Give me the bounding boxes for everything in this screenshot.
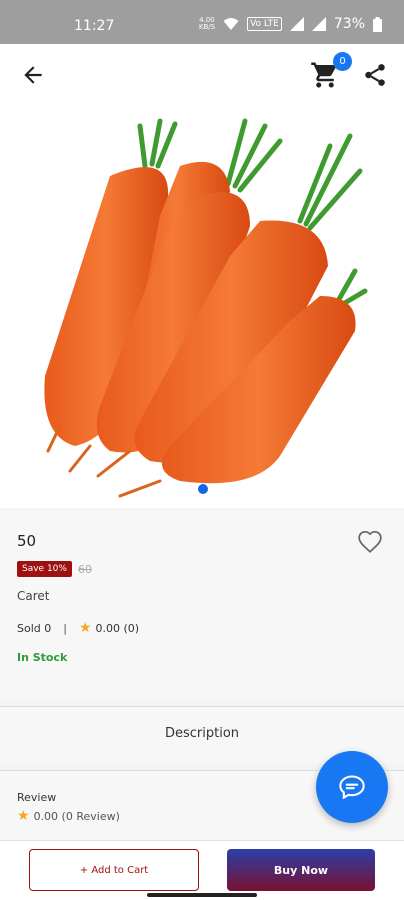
discount-row: Save 10% 60	[17, 561, 92, 577]
home-indicator	[147, 893, 257, 897]
wifi-icon	[223, 18, 239, 30]
status-bar: 11:27 4.00 KB/S Vo LTE 73%	[0, 0, 404, 44]
chat-icon	[339, 775, 365, 800]
product-info: 50 Save 10% 60 Caret Sold 0 | ★ 0.00 (0)…	[0, 511, 404, 701]
stock-status: In Stock	[17, 651, 68, 664]
review-summary-text: 0.00 (0 Review)	[33, 809, 120, 823]
back-arrow-icon[interactable]	[20, 62, 46, 88]
data-speed: 4.00 KB/S	[198, 16, 216, 31]
chat-button[interactable]	[316, 751, 388, 823]
product-image-carousel[interactable]	[0, 106, 404, 508]
add-to-cart-button[interactable]: + Add to Cart	[29, 849, 199, 891]
buy-now-button[interactable]: Buy Now	[227, 849, 375, 891]
product-name: Caret	[17, 589, 50, 603]
battery-percent: 73%	[333, 16, 365, 32]
status-time: 11:27	[74, 18, 115, 34]
bottom-action-bar: + Add to Cart Buy Now	[0, 840, 404, 900]
product-price: 50	[17, 532, 37, 550]
review-summary: ★ 0.00 (0 Review)	[17, 808, 120, 824]
signal-icon	[289, 17, 304, 31]
product-image	[44, 118, 368, 498]
sold-count: Sold 0	[17, 621, 52, 635]
share-icon[interactable]	[362, 62, 388, 88]
review-title: Review	[17, 791, 57, 804]
description-label: Description	[164, 726, 240, 741]
cart-count-badge: 0	[333, 52, 352, 71]
star-icon: ★	[78, 620, 92, 636]
divider: |	[63, 621, 67, 635]
sales-rating-row: Sold 0 | ★ 0.00 (0)	[17, 620, 139, 636]
star-icon: ★	[17, 808, 30, 824]
carousel-indicator-dot[interactable]	[198, 484, 208, 494]
signal-icon-2	[311, 17, 326, 31]
app-bar: 0	[0, 44, 404, 106]
battery-icon	[373, 16, 382, 32]
save-badge: Save 10%	[17, 561, 72, 577]
system-indicators: 4.00 KB/S Vo LTE 73%	[199, 16, 382, 32]
product-detail-screen: 11:27 4.00 KB/S Vo LTE 73% 0 50 Save 10%…	[0, 0, 404, 900]
heart-icon[interactable]	[357, 529, 383, 555]
lte-badge: Vo LTE	[247, 17, 282, 31]
original-price: 60	[77, 562, 92, 576]
rating-value: 0.00 (0)	[95, 621, 140, 635]
